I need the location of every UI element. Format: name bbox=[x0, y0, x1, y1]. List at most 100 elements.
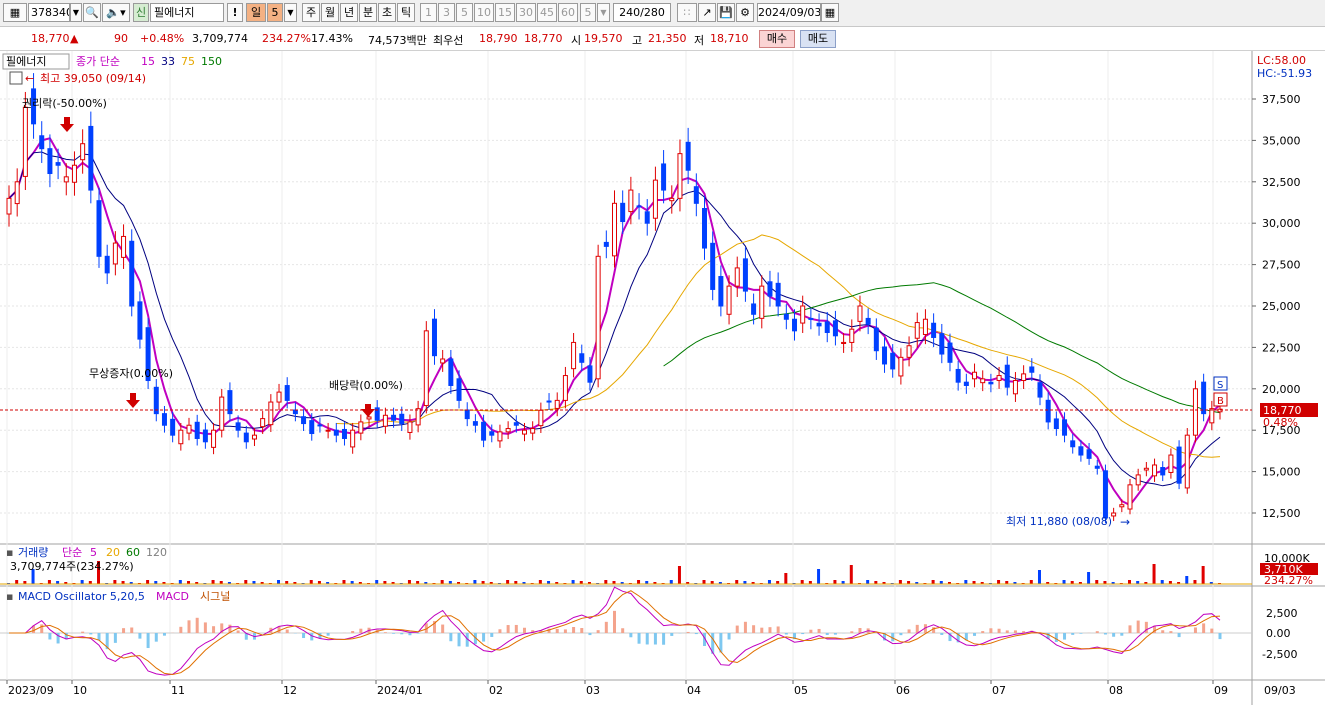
stock-chart[interactable]: 필에너지 종가 단순 15 33 75 150 ← 최고 39,050 (09/… bbox=[0, 51, 1325, 705]
macd-osc-bar bbox=[1079, 633, 1083, 634]
volume-bar bbox=[571, 580, 575, 584]
candle-body bbox=[922, 318, 928, 335]
candle-body bbox=[1045, 399, 1051, 423]
settings-gear-icon[interactable]: ⚙ bbox=[736, 3, 754, 22]
price-change-pct: +0.48% bbox=[140, 32, 185, 45]
candle-body bbox=[260, 418, 266, 428]
candle-body bbox=[931, 322, 937, 338]
price-ma-33: 33 bbox=[161, 55, 175, 68]
candle-body bbox=[1029, 366, 1035, 373]
draw-icon[interactable]: ↗ bbox=[698, 3, 716, 22]
volume-bar bbox=[244, 580, 248, 584]
candle-body bbox=[587, 365, 593, 383]
macd-osc-bar bbox=[514, 624, 518, 633]
x-axis-label: 06 bbox=[896, 684, 910, 697]
warning-button[interactable]: ! bbox=[227, 3, 243, 22]
volume-bar bbox=[604, 580, 608, 584]
period-month-button[interactable]: 월 bbox=[321, 3, 339, 22]
interval-5-button[interactable]: 5 bbox=[456, 3, 473, 22]
candle-body bbox=[1152, 464, 1158, 477]
interval-15-button[interactable]: 15 bbox=[495, 3, 515, 22]
period-week-button[interactable]: 주 bbox=[302, 3, 320, 22]
best-ask-label: 최우선 bbox=[433, 34, 464, 47]
period-year-button[interactable]: 년 bbox=[340, 3, 358, 22]
candle-body bbox=[612, 202, 617, 257]
candle-body bbox=[1127, 484, 1133, 510]
candle-body bbox=[170, 418, 176, 436]
buy-signal-label: B bbox=[1217, 396, 1224, 407]
volume-bar bbox=[767, 580, 771, 584]
candle-body bbox=[702, 207, 708, 249]
candle-body bbox=[112, 242, 118, 265]
candle-body bbox=[80, 143, 86, 161]
macd-osc-bar bbox=[997, 628, 1001, 633]
save-icon[interactable]: 💾 bbox=[717, 3, 735, 22]
macd-osc-bar bbox=[326, 633, 330, 636]
candle-body bbox=[939, 333, 945, 355]
candle-body bbox=[251, 434, 257, 440]
period-second-button[interactable]: 초 bbox=[378, 3, 396, 22]
stock-code-input[interactable]: 378340 bbox=[28, 3, 70, 22]
interval-60-button[interactable]: 60 bbox=[558, 3, 578, 22]
candle-body bbox=[1078, 446, 1084, 456]
table-toggle-icon[interactable] bbox=[9, 71, 23, 85]
open-price: 19,570 bbox=[584, 32, 623, 45]
volume-bar bbox=[800, 580, 804, 584]
macd-osc-bar bbox=[1144, 621, 1148, 633]
interval-dropdown-icon[interactable]: ▼ bbox=[597, 3, 610, 22]
macd-osc-bar bbox=[817, 628, 821, 633]
code-dropdown-icon[interactable]: ▼ bbox=[70, 3, 82, 22]
price-axis-tick: 32,500 bbox=[1262, 176, 1301, 189]
volume-ma-20: 20 bbox=[106, 546, 120, 559]
candle-body bbox=[1102, 470, 1108, 519]
macd-osc-bar bbox=[580, 628, 584, 633]
volume-bar bbox=[178, 580, 182, 584]
period-dropdown-icon[interactable]: ▼ bbox=[284, 3, 297, 22]
search-icon[interactable]: 🔍 bbox=[83, 3, 101, 22]
interval-1-button[interactable]: 1 bbox=[420, 3, 437, 22]
volume-icon: ▪ bbox=[6, 546, 13, 559]
sell-button[interactable]: 매도 bbox=[800, 30, 836, 48]
volume-bar bbox=[506, 580, 510, 584]
grid-icon[interactable]: ∷ bbox=[677, 3, 697, 22]
interval-45-button[interactable]: 45 bbox=[537, 3, 557, 22]
macd-osc-bar bbox=[686, 631, 690, 633]
candle-body bbox=[194, 421, 200, 439]
buy-button[interactable]: 매수 bbox=[759, 30, 795, 48]
volume-ma-5: 5 bbox=[90, 546, 97, 559]
candle-body bbox=[693, 186, 699, 204]
interval-3-button[interactable]: 3 bbox=[438, 3, 455, 22]
volume-bar bbox=[997, 580, 1001, 584]
calendar-icon[interactable]: ▦ bbox=[821, 3, 839, 22]
x-axis-label: 09 bbox=[1214, 684, 1228, 697]
candle-body bbox=[88, 125, 94, 191]
x-axis-label: 11 bbox=[171, 684, 185, 697]
macd-osc-bar bbox=[588, 633, 592, 636]
macd-osc-bar bbox=[1120, 633, 1124, 636]
date-field[interactable]: 2024/09/03 bbox=[757, 3, 821, 22]
period-tick-button[interactable]: 틱 bbox=[397, 3, 415, 22]
volume-bar bbox=[15, 580, 19, 584]
interval-30-button[interactable]: 30 bbox=[516, 3, 536, 22]
interval-value-field[interactable]: 5 bbox=[580, 3, 596, 22]
interval-10-button[interactable]: 10 bbox=[474, 3, 494, 22]
sound-icon[interactable]: 🔈▾ bbox=[102, 3, 130, 22]
stock-name-field[interactable]: 필에너지 bbox=[150, 3, 224, 22]
volume-bar bbox=[407, 580, 411, 584]
candle-body bbox=[571, 341, 577, 370]
candle-body bbox=[1004, 364, 1010, 388]
macd-osc-bar bbox=[457, 633, 461, 647]
macd-osc-bar bbox=[850, 631, 854, 633]
macd-osc-bar bbox=[1095, 631, 1099, 633]
candle-body bbox=[1119, 504, 1125, 508]
chart-menu-icon[interactable]: ▦ bbox=[3, 3, 27, 22]
macd-osc-bar bbox=[940, 633, 944, 635]
period-number-field[interactable]: 5 bbox=[267, 3, 283, 22]
period-day-button[interactable]: 일 bbox=[246, 3, 266, 22]
candle-body bbox=[22, 106, 28, 177]
lc-label: LC:58.00 bbox=[1257, 54, 1306, 67]
price-axis-tick: 27,500 bbox=[1262, 259, 1301, 272]
price-up-arrow: ▲ bbox=[70, 32, 79, 45]
period-minute-button[interactable]: 분 bbox=[359, 3, 377, 22]
macd-osc-label: MACD Oscillator 5,20,5 bbox=[18, 590, 145, 603]
